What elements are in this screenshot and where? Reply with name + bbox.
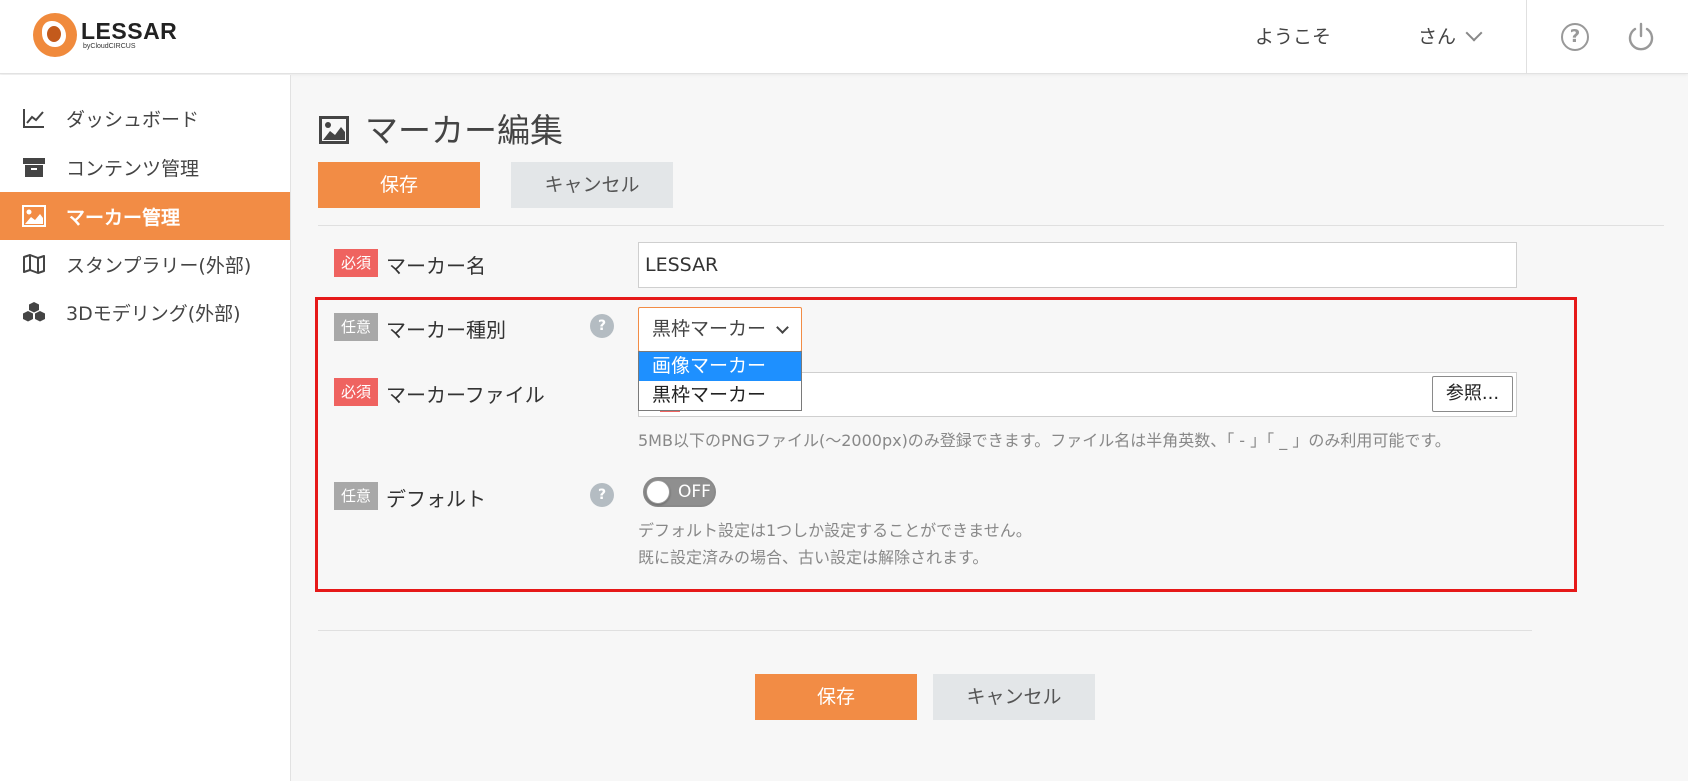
save-button-bottom[interactable]: 保存 [755,674,917,720]
chevron-down-icon [1465,24,1483,41]
header-divider [1526,0,1527,74]
section-divider [318,225,1664,226]
cancel-button-bottom[interactable]: キャンセル [933,674,1095,720]
required-badge: 必須 [334,249,378,277]
logo-subtitle: byCloudCIRCUS [83,43,136,50]
app-header: LESSAR byCloudCIRCUS ようこそ さん ? [0,0,1688,74]
power-icon[interactable] [1626,22,1656,52]
sidebar-item-dashboard[interactable]: ダッシュボード [0,94,290,142]
highlight-box [315,297,1577,592]
sidebar-item-stamp-rally[interactable]: スタンプラリー(外部) [0,240,290,288]
sidebar-item-3d-modeling[interactable]: 3Dモデリング(外部) [0,288,290,336]
dropdown-option-image-marker[interactable]: 画像マーカー [639,352,801,381]
sidebar-item-markers[interactable]: マーカー管理 [0,192,290,240]
user-menu[interactable]: さん [1418,22,1483,49]
help-question-icon[interactable]: ? [1561,23,1589,51]
marker-name-input[interactable]: LESSAR [638,242,1517,288]
sidebar-item-label: スタンプラリー(外部) [66,254,252,277]
page-title-text: マーカー編集 [365,111,563,150]
image-icon [319,113,349,144]
map-icon [22,252,46,276]
dropdown-option-black-frame-marker[interactable]: 黒枠マーカー [639,381,801,410]
page-title: マーカー編集 [319,104,563,152]
sidebar-item-label: コンテンツ管理 [66,157,200,180]
lessar-logo[interactable]: LESSAR byCloudCIRCUS [33,13,177,57]
user-suffix: さん [1418,26,1457,48]
sidebar-item-contents[interactable]: コンテンツ管理 [0,143,290,191]
archive-box-icon [22,155,46,179]
sidebar-item-label: マーカー管理 [66,206,181,229]
marker-name-label: マーカー名 [386,254,486,278]
footer-divider [318,630,1532,631]
sidebar-item-label: ダッシュボード [66,108,200,131]
logo-name: LESSAR [81,18,178,44]
image-icon [22,204,46,228]
cancel-button-top[interactable]: キャンセル [511,162,673,208]
squirrel-logo-icon [33,13,77,57]
chart-line-icon [22,106,46,130]
sidebar-item-label: 3Dモデリング(外部) [66,302,241,325]
marker-type-dropdown: 画像マーカー 黒枠マーカー [638,351,802,411]
save-button-top[interactable]: 保存 [318,162,480,208]
sidebar: ダッシュボード コンテンツ管理 マーカー管理 スタンプラリー(外部) 3Dモデリ… [0,75,291,781]
welcome-text: ようこそ [1255,26,1332,48]
cubes-icon [22,300,46,324]
